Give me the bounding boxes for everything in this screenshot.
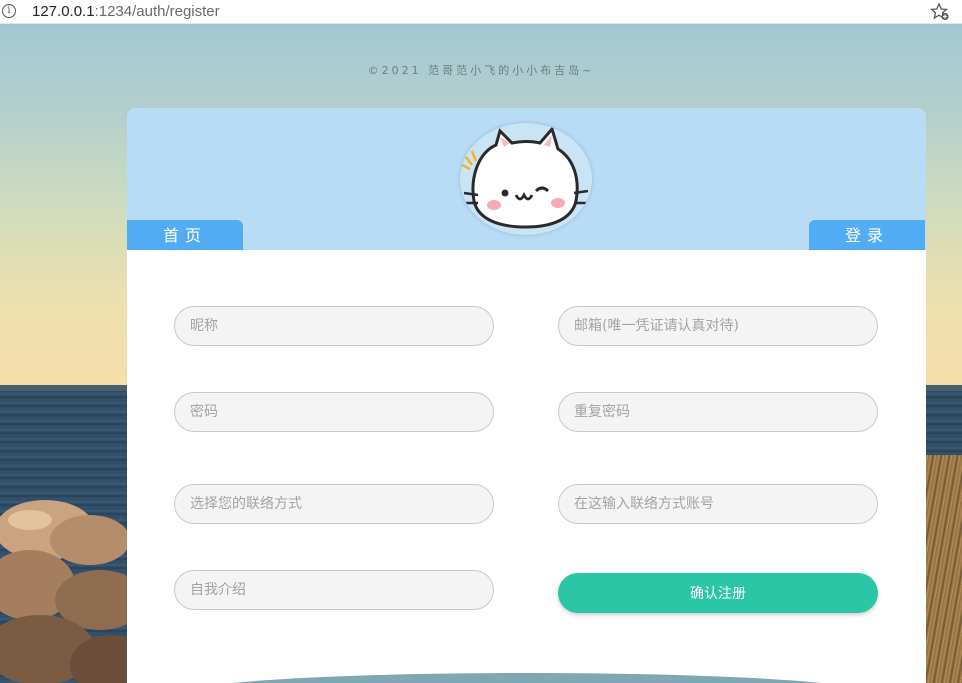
url-text[interactable]: 127.0.0.1:1234/auth/register <box>32 3 220 20</box>
intro-field[interactable] <box>174 570 494 610</box>
decorative-wave <box>187 673 867 683</box>
nickname-field[interactable] <box>174 306 494 346</box>
grass-image <box>920 455 962 683</box>
register-card: 首页 登录 确认注册 <box>127 108 926 683</box>
register-submit-button[interactable]: 确认注册 <box>558 573 878 613</box>
url-path: :1234/auth/register <box>94 3 220 20</box>
info-icon[interactable]: i <box>2 4 16 18</box>
tab-home[interactable]: 首页 <box>127 220 243 250</box>
contact-account-field[interactable] <box>558 484 878 524</box>
contact-method-select[interactable] <box>174 484 494 524</box>
tab-login[interactable]: 登录 <box>809 220 925 250</box>
email-field[interactable] <box>558 306 878 346</box>
password-field[interactable] <box>174 392 494 432</box>
avatar <box>460 123 592 235</box>
credit-text: ©2021 范哥范小飞的小小布吉岛~ <box>367 64 595 77</box>
address-bar: i 127.0.0.1:1234/auth/register <box>0 0 962 24</box>
repeat-password-field[interactable] <box>558 392 878 432</box>
card-header: 首页 登录 <box>127 108 926 250</box>
bookmark-star-icon[interactable] <box>930 2 950 22</box>
rocks-image <box>0 500 140 683</box>
cat-face-icon <box>461 125 589 229</box>
url-host: 127.0.0.1 <box>32 3 95 20</box>
